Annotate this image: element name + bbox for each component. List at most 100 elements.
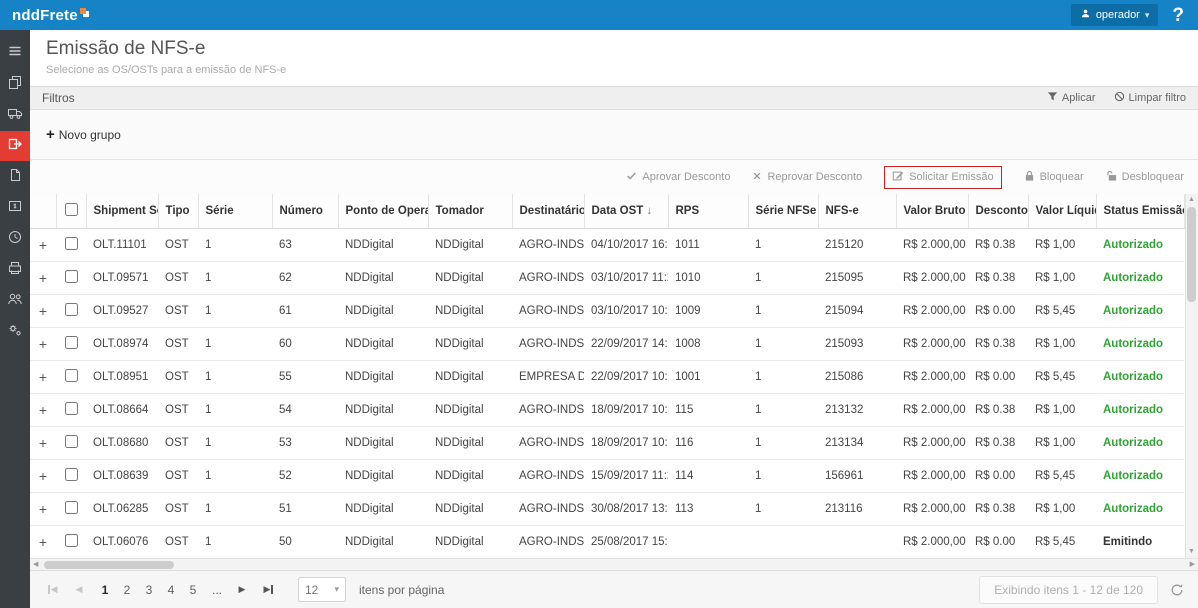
sidebar-item-fleet[interactable] — [0, 100, 30, 130]
table-row[interactable]: +OLT.08639OST152NDDigitalNDDigitalAGRO-I… — [30, 459, 1184, 492]
row-checkbox[interactable] — [65, 402, 78, 415]
row-checkbox[interactable] — [65, 336, 78, 349]
page-number-1[interactable]: 1 — [94, 579, 116, 601]
unlock-icon — [1106, 170, 1117, 185]
table-row[interactable]: +OLT.08664OST154NDDigitalNDDigitalAGRO-I… — [30, 393, 1184, 426]
column-header[interactable]: Status Emissão — [1096, 194, 1184, 228]
x-icon — [752, 171, 762, 184]
row-checkbox-cell — [56, 426, 86, 459]
expand-row-button[interactable]: + — [30, 327, 56, 360]
table-row[interactable]: +OLT.06285OST151NDDigitalNDDigitalAGRO-I… — [30, 492, 1184, 525]
column-header[interactable]: Destinatário — [512, 194, 584, 228]
help-button[interactable]: ? — [1172, 6, 1188, 25]
table-row[interactable]: +OLT.08951OST155NDDigitalNDDigitalEMPRES… — [30, 360, 1184, 393]
sidebar-item-monitor[interactable] — [0, 224, 30, 254]
column-header[interactable]: Ponto de Opera... — [338, 194, 428, 228]
column-header[interactable]: Valor Líquido — [1028, 194, 1096, 228]
sidebar — [0, 30, 30, 608]
table-row[interactable]: +OLT.09571OST162NDDigitalNDDigitalAGRO-I… — [30, 261, 1184, 294]
scroll-left-icon[interactable]: ◀ — [33, 559, 38, 570]
expand-row-button[interactable]: + — [30, 393, 56, 426]
last-page-button[interactable]: ▶ — [257, 578, 281, 602]
expand-row-button[interactable]: + — [30, 228, 56, 261]
sidebar-item-print[interactable] — [0, 255, 30, 285]
cell-status: Autorizado — [1096, 492, 1184, 525]
table-row[interactable]: +OLT.09527OST161NDDigitalNDDigitalAGRO-I… — [30, 294, 1184, 327]
cell-tipo: OST — [158, 459, 198, 492]
row-checkbox[interactable] — [65, 534, 78, 547]
column-header[interactable]: Série NFSe — [748, 194, 818, 228]
table-row[interactable]: +OLT.08680OST153NDDigitalNDDigitalAGRO-I… — [30, 426, 1184, 459]
expand-row-button[interactable]: + — [30, 426, 56, 459]
topbar: nddFrete operador ▾ ? — [0, 0, 1198, 30]
scroll-up-icon[interactable]: ▲ — [1188, 194, 1195, 206]
sidebar-item-menu[interactable] — [0, 38, 30, 68]
row-checkbox[interactable] — [65, 501, 78, 514]
expand-row-button[interactable]: + — [30, 360, 56, 393]
user-menu-button[interactable]: operador ▾ — [1071, 4, 1159, 26]
scroll-down-icon[interactable]: ▼ — [1188, 546, 1195, 558]
row-checkbox[interactable] — [65, 468, 78, 481]
page-size-select[interactable]: 12 ▾ — [298, 577, 346, 602]
block-button[interactable]: Bloquear — [1024, 170, 1084, 185]
page-number-3[interactable]: 3 — [138, 579, 160, 601]
row-checkbox[interactable] — [65, 435, 78, 448]
column-header[interactable]: NFS-e — [818, 194, 896, 228]
column-header[interactable]: Tipo — [158, 194, 198, 228]
table-row[interactable]: +OLT.06076OST150NDDigitalNDDigitalAGRO-I… — [30, 525, 1184, 558]
reject-discount-button[interactable]: Reprovar Desconto — [752, 171, 862, 184]
horizontal-scroll-thumb[interactable] — [44, 561, 174, 569]
expand-row-button[interactable]: + — [30, 294, 56, 327]
row-checkbox[interactable] — [65, 369, 78, 382]
sidebar-item-users[interactable] — [0, 286, 30, 316]
request-emission-button[interactable]: Solicitar Emissão — [884, 166, 1001, 189]
cell-numero: 51 — [272, 492, 338, 525]
expand-row-button[interactable]: + — [30, 525, 56, 558]
expand-row-button[interactable]: + — [30, 261, 56, 294]
page-ellipsis[interactable]: ... — [207, 583, 227, 597]
column-header[interactable]: Número — [272, 194, 338, 228]
clear-filter-button[interactable]: Limpar filtro — [1114, 91, 1186, 105]
first-page-button[interactable]: ◀ — [40, 578, 64, 602]
table-row[interactable]: +OLT.08974OST160NDDigitalNDDigitalAGRO-I… — [30, 327, 1184, 360]
cell-serie: 1 — [198, 426, 272, 459]
sidebar-item-settings[interactable] — [0, 317, 30, 347]
sidebar-item-emission[interactable] — [0, 131, 30, 161]
page-number-4[interactable]: 4 — [160, 579, 182, 601]
select-all-checkbox[interactable] — [65, 203, 78, 216]
approve-discount-button[interactable]: Aprovar Desconto — [626, 170, 730, 184]
refresh-button[interactable] — [1170, 583, 1188, 597]
column-header[interactable]: Data OST ↓ — [584, 194, 668, 228]
column-header[interactable]: Série — [198, 194, 272, 228]
cell-valor_liquido: R$ 5,45 — [1028, 294, 1096, 327]
scroll-right-icon[interactable]: ▶ — [1190, 559, 1195, 570]
row-checkbox[interactable] — [65, 237, 78, 250]
table-row[interactable]: +OLT.11101OST163NDDigitalNDDigitalAGRO-I… — [30, 228, 1184, 261]
sidebar-item-documents[interactable] — [0, 69, 30, 99]
previous-page-button[interactable]: ◀ — [67, 578, 91, 602]
column-header[interactable]: Tomador — [428, 194, 512, 228]
column-header[interactable]: Shipment Sell — [86, 194, 158, 228]
next-page-button[interactable]: ▶ — [230, 578, 254, 602]
cell-desconto: R$ 0.38 — [968, 426, 1028, 459]
column-header[interactable]: RPS — [668, 194, 748, 228]
expand-row-button[interactable]: + — [30, 492, 56, 525]
column-header[interactable]: Valor Bruto — [896, 194, 968, 228]
cell-tipo: OST — [158, 525, 198, 558]
unblock-button[interactable]: Desbloquear — [1106, 170, 1184, 185]
row-checkbox[interactable] — [65, 303, 78, 316]
sidebar-item-document[interactable] — [0, 162, 30, 192]
vertical-scroll-thumb[interactable] — [1187, 207, 1196, 302]
vertical-scrollbar[interactable]: ▲ ▼ — [1185, 194, 1198, 558]
row-checkbox[interactable] — [65, 270, 78, 283]
new-group-button[interactable]: + Novo grupo — [46, 127, 121, 142]
cell-destinatario: AGRO-INDS... — [512, 294, 584, 327]
apply-filter-button[interactable]: Aplicar — [1047, 91, 1096, 105]
horizontal-scrollbar[interactable]: ◀ ▶ — [30, 558, 1198, 570]
page-number-2[interactable]: 2 — [116, 579, 138, 601]
cell-valor_liquido: R$ 5,45 — [1028, 360, 1096, 393]
expand-row-button[interactable]: + — [30, 459, 56, 492]
column-header[interactable]: Desconto — [968, 194, 1028, 228]
page-number-5[interactable]: 5 — [182, 579, 204, 601]
sidebar-item-billing[interactable] — [0, 193, 30, 223]
